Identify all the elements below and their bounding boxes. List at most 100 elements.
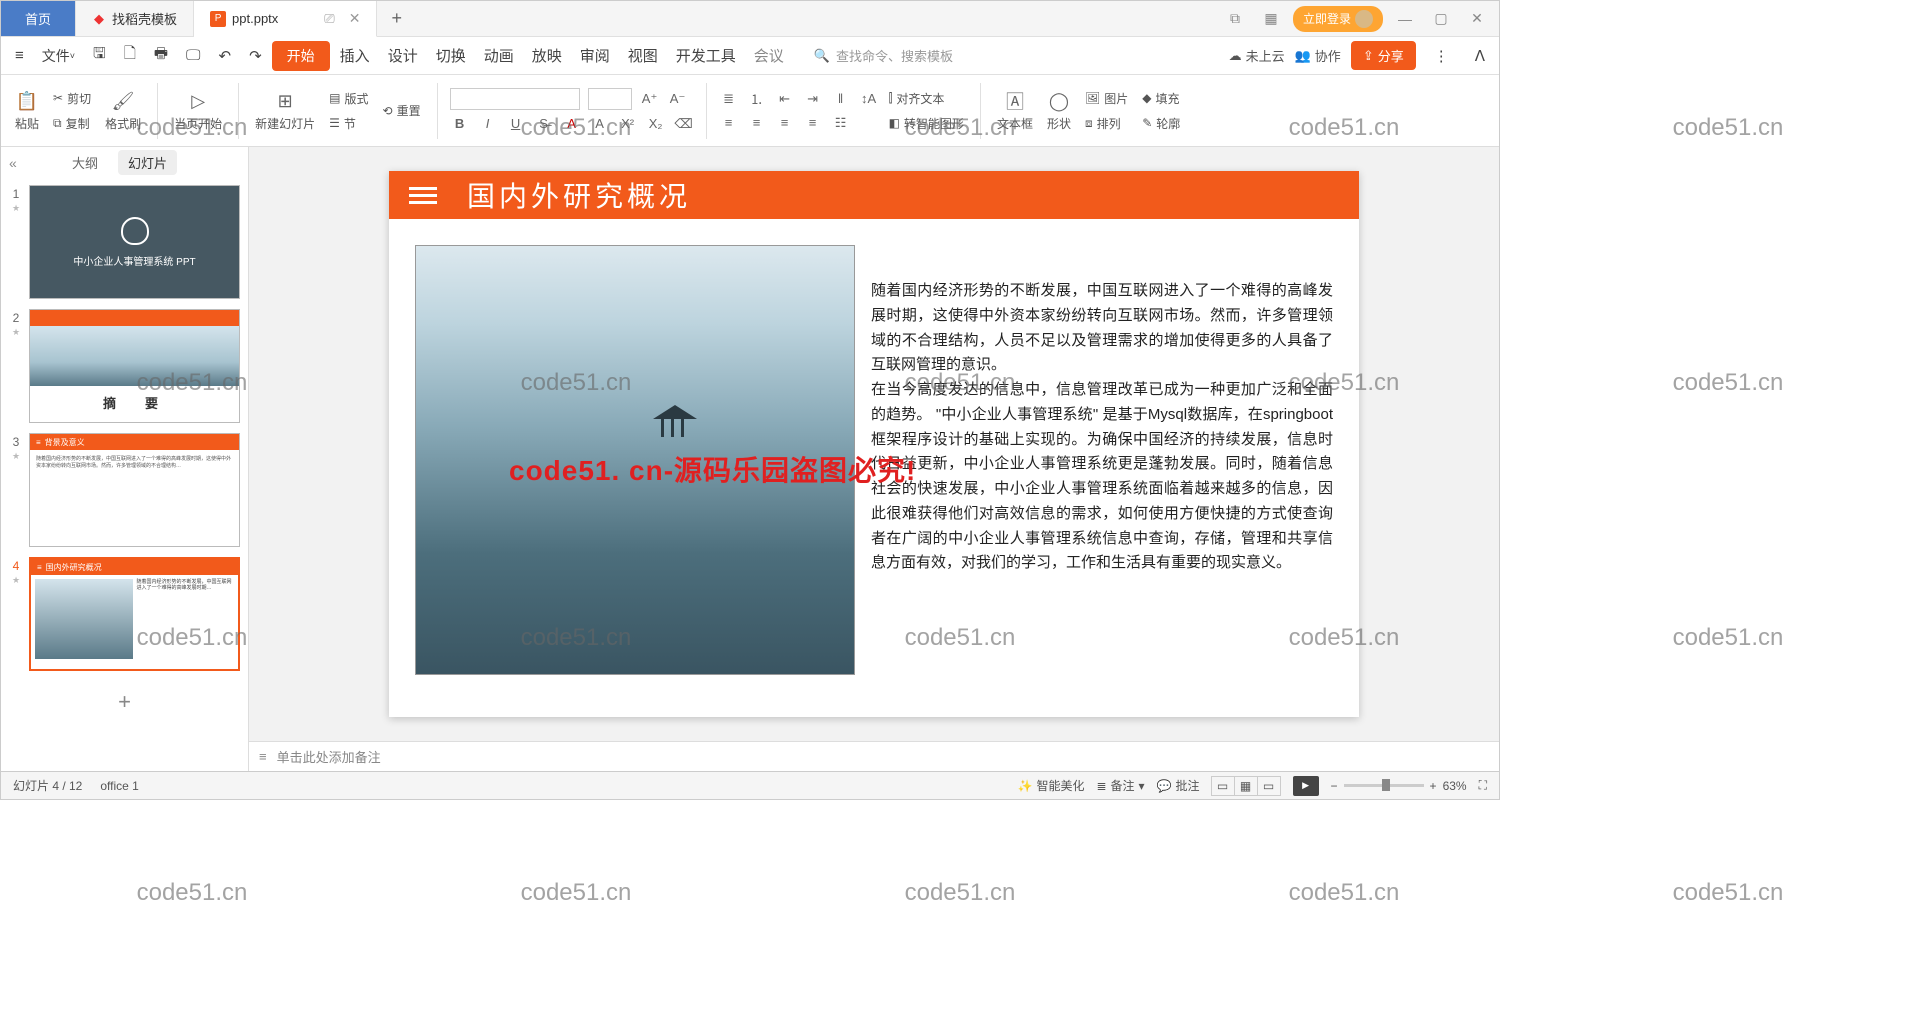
font-family-select[interactable]	[450, 88, 580, 110]
layout-icon[interactable]: ⧉	[1221, 5, 1249, 33]
bold-icon[interactable]: B	[450, 114, 470, 134]
collapse-panel-icon[interactable]: «	[9, 155, 17, 171]
tab-home[interactable]: 首页	[1, 1, 76, 36]
superscript-icon[interactable]: X²	[618, 114, 638, 134]
shape-button[interactable]: ◯形状	[1043, 87, 1075, 134]
tab-start[interactable]: 开始	[272, 41, 330, 71]
align-justify-icon[interactable]: ≡	[803, 113, 823, 133]
tab-play[interactable]: 放映	[524, 39, 570, 72]
beautify-button[interactable]: ✨智能美化	[1017, 777, 1084, 794]
fit-window-icon[interactable]: ⛶	[1479, 778, 1487, 793]
close-icon[interactable]: ✕	[1463, 5, 1491, 33]
normal-view-icon[interactable]: ▭	[1211, 776, 1235, 796]
slide-canvas[interactable]: 国内外研究概况 随着国内经济形势的不断发展，中国互联网	[249, 147, 1499, 741]
layout-button[interactable]: ▤版式	[325, 88, 372, 109]
zoom-slider[interactable]	[1344, 784, 1424, 787]
notes-toggle-icon[interactable]: ≡	[259, 749, 267, 764]
login-button[interactable]: 立即登录	[1293, 6, 1383, 32]
tab-document[interactable]: P ppt.pptx ⎚ ✕	[194, 1, 377, 37]
save-as-icon[interactable]: 🗋	[116, 37, 144, 74]
tab-close-icon[interactable]: ✕	[349, 10, 361, 27]
redo-icon[interactable]: ↷	[241, 41, 270, 71]
more-icon[interactable]: ⋮	[1426, 41, 1457, 71]
sorter-view-icon[interactable]: ▦	[1234, 776, 1258, 796]
columns-icon[interactable]: ☷	[831, 113, 851, 133]
outline-tab[interactable]: 大纲	[72, 153, 98, 172]
new-slide-button[interactable]: ⊞新建幻灯片	[251, 87, 319, 134]
cloud-status[interactable]: ☁未上云	[1229, 46, 1285, 65]
line-height-icon[interactable]: ‖	[831, 89, 851, 109]
number-list-icon[interactable]: ⒈	[747, 89, 767, 109]
new-tab-button[interactable]: +	[377, 1, 416, 36]
arrange-button[interactable]: ⧈排列	[1081, 113, 1132, 134]
slideshow-button[interactable]: ▶	[1293, 776, 1319, 796]
from-current-button[interactable]: ▷当页开始	[170, 87, 226, 134]
cut-button[interactable]: ✂剪切	[49, 88, 95, 109]
present-icon[interactable]: ⎚	[324, 11, 334, 27]
add-slide-button[interactable]: +	[9, 681, 240, 723]
tab-design[interactable]: 设计	[380, 39, 426, 72]
menu-icon[interactable]: ≡	[7, 41, 32, 70]
notes-toggle[interactable]: ≣备注 ▾	[1096, 777, 1144, 794]
collapse-ribbon-icon[interactable]: ᐱ	[1467, 41, 1493, 71]
italic-icon[interactable]: I	[478, 114, 498, 134]
font-color-icon[interactable]: A	[562, 114, 582, 134]
collab-button[interactable]: 👥协作	[1295, 46, 1341, 65]
maximize-icon[interactable]: ▢	[1427, 5, 1455, 33]
tab-review[interactable]: 审阅	[572, 39, 618, 72]
zoom-in-icon[interactable]: +	[1430, 779, 1437, 793]
outline-button[interactable]: ✎轮廓	[1138, 113, 1184, 134]
notes-bar[interactable]: ≡ 单击此处添加备注	[249, 741, 1499, 771]
indent-dec-icon[interactable]: ⇤	[775, 89, 795, 109]
apps-icon[interactable]: ▦	[1257, 5, 1285, 33]
underline-icon[interactable]: U	[506, 114, 526, 134]
tab-dev[interactable]: 开发工具	[668, 39, 744, 72]
slide-thumb-2[interactable]: 摘 要	[29, 309, 240, 423]
increase-font-icon[interactable]: A⁺	[640, 89, 660, 109]
tab-switch[interactable]: 切换	[428, 39, 474, 72]
comments-toggle[interactable]: 💬批注	[1157, 777, 1200, 794]
tab-anim[interactable]: 动画	[476, 39, 522, 72]
tab-insert[interactable]: 插入	[332, 39, 378, 72]
section-button[interactable]: ☰节	[325, 113, 372, 134]
search-input[interactable]: 🔍 查找命令、搜索模板	[814, 46, 953, 65]
slides-tab[interactable]: 幻灯片	[118, 150, 177, 175]
zoom-out-icon[interactable]: −	[1331, 779, 1338, 793]
tab-templates[interactable]: ◆ 找稻壳模板	[76, 1, 194, 36]
text-dir-icon[interactable]: ↕A	[859, 89, 879, 109]
minimize-icon[interactable]: —	[1391, 5, 1419, 33]
indent-inc-icon[interactable]: ⇥	[803, 89, 823, 109]
share-button[interactable]: ⇪分享	[1351, 41, 1416, 70]
save-icon[interactable]: 🖫	[85, 37, 114, 74]
paste-button[interactable]: 📋粘贴	[11, 87, 43, 134]
align-text-button[interactable]: ⫿对齐文本	[885, 88, 968, 109]
zoom-value[interactable]: 63%	[1443, 779, 1467, 793]
slide-thumb-1[interactable]: 中小企业人事管理系统 PPT	[29, 185, 240, 299]
align-center-icon[interactable]: ≡	[747, 113, 767, 133]
subscript-icon[interactable]: X₂	[646, 114, 666, 134]
menu-file[interactable]: 文件 ˅	[34, 40, 83, 72]
fill-button[interactable]: ◆填充	[1138, 88, 1184, 109]
slide-thumb-4[interactable]: ≡国内外研究概况 随着国内经济形势的不断发展，中国互联网进入了一个难得的高峰发展…	[29, 557, 240, 671]
decrease-font-icon[interactable]: A⁻	[668, 89, 688, 109]
clear-format-icon[interactable]: ⌫	[674, 114, 694, 134]
tab-view[interactable]: 视图	[620, 39, 666, 72]
print-preview-icon[interactable]: 🖵	[178, 41, 208, 70]
reset-button[interactable]: ⟲重置	[379, 100, 425, 121]
print-icon[interactable]: 🖶	[146, 37, 176, 74]
font-size-select[interactable]	[588, 88, 632, 110]
copy-button[interactable]: ⧉复制	[49, 113, 95, 134]
reading-view-icon[interactable]: ▭	[1257, 776, 1281, 796]
align-left-icon[interactable]: ≡	[719, 113, 739, 133]
slide-thumb-3[interactable]: ≡背景及意义 随着国内经济形势的不断发展，中国互联网进入了一个难得的高峰发展时期…	[29, 433, 240, 547]
bullet-list-icon[interactable]: ≣	[719, 89, 739, 109]
format-painter-button[interactable]: 🖌格式刷	[101, 87, 145, 134]
highlight-icon[interactable]: A	[590, 114, 610, 134]
tab-meeting[interactable]: 会议	[746, 39, 792, 72]
strike-icon[interactable]: S̶	[534, 114, 554, 134]
align-right-icon[interactable]: ≡	[775, 113, 795, 133]
undo-icon[interactable]: ↶	[211, 41, 240, 71]
smart-graphic-button[interactable]: ◧转智能图形	[885, 113, 968, 134]
textbox-button[interactable]: 🄰文本框	[993, 87, 1037, 134]
image-button[interactable]: 🖼图片	[1081, 88, 1132, 109]
